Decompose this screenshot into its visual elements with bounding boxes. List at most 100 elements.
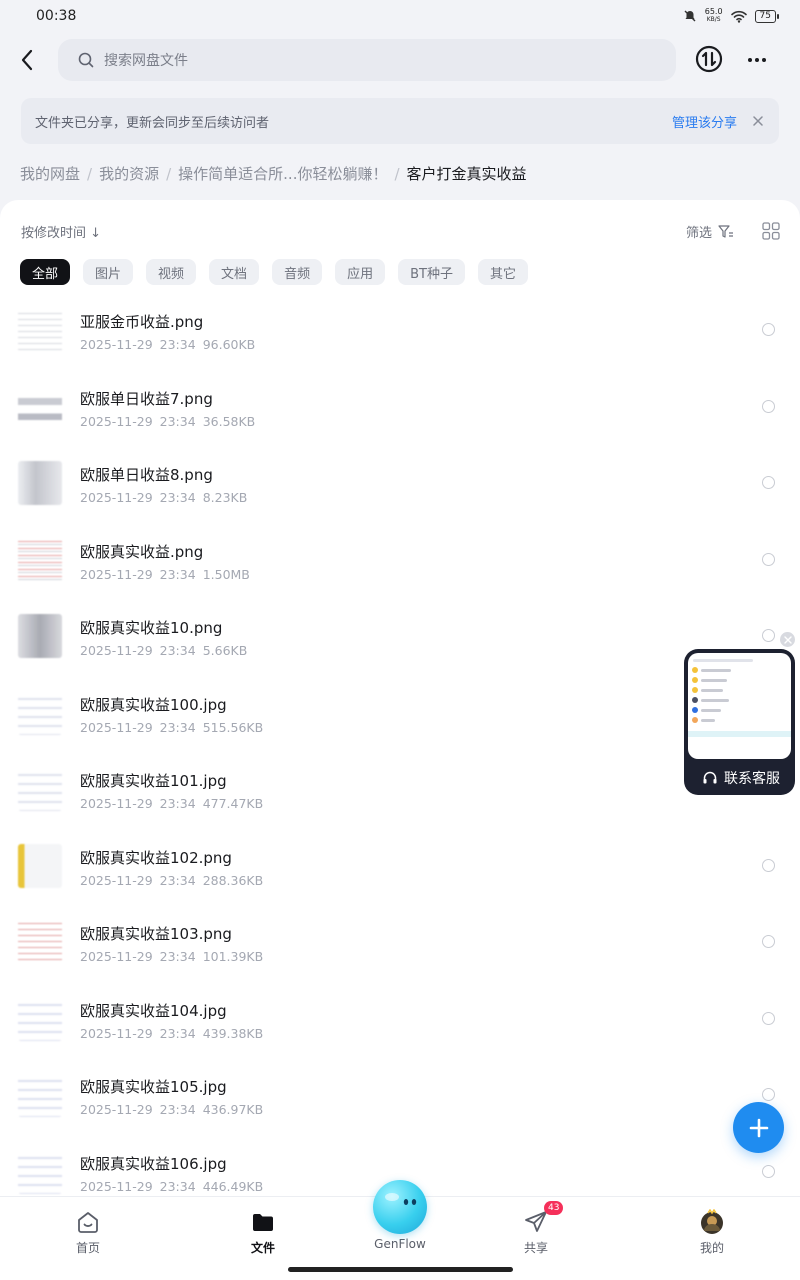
file-size: 477.47KB xyxy=(202,796,264,811)
file-meta: 2025-11-29 23:34 288.36KB xyxy=(80,873,263,888)
file-date: 2025-11-29 xyxy=(80,796,153,811)
select-checkbox[interactable] xyxy=(762,476,775,489)
file-row[interactable]: 欧服单日收益8.png 2025-11-29 23:34 8.23KB xyxy=(0,449,800,526)
file-thumbnail xyxy=(18,308,62,352)
file-time: 23:34 xyxy=(159,643,196,658)
file-time: 23:34 xyxy=(159,1178,196,1194)
close-icon[interactable] xyxy=(751,114,765,128)
file-thumbnail xyxy=(18,843,62,888)
nav-files-label: 文件 xyxy=(250,1241,275,1255)
chip-2[interactable]: 视频 xyxy=(146,259,197,285)
mute-bell-icon xyxy=(684,10,696,22)
file-row[interactable]: 欧服真实收益101.jpg 2025-11-29 23:34 477.47KB xyxy=(0,755,800,832)
chip-5[interactable]: 应用 xyxy=(335,259,386,285)
nav-genflow[interactable]: GenFlow xyxy=(360,1237,440,1251)
add-button[interactable] xyxy=(733,1102,784,1153)
select-checkbox[interactable] xyxy=(762,552,775,566)
share-badge: 43 xyxy=(544,1201,564,1215)
more-button[interactable] xyxy=(744,48,770,72)
file-meta: 2025-11-29 23:34 5.66KB xyxy=(80,643,247,658)
breadcrumb: 我的网盘 / 我的资源 / 操作简单适合所...你轻松躺赚！ / 客户打金真实收… xyxy=(20,163,527,184)
select-checkbox[interactable] xyxy=(762,935,775,948)
filter-icon xyxy=(718,224,733,238)
file-meta: 2025-11-29 23:34 477.47KB xyxy=(80,796,263,811)
nav-profile[interactable]: 我的 xyxy=(672,1209,752,1256)
select-checkbox[interactable] xyxy=(762,323,775,336)
select-checkbox[interactable] xyxy=(762,399,775,413)
customer-service-widget[interactable]: 联系客服 xyxy=(684,649,795,795)
file-thumbnail xyxy=(18,996,62,1041)
file-list: 亚服金币收益.png 2025-11-29 23:34 96.60KB 欧服单日收益7.… xyxy=(0,296,800,1200)
file-row[interactable]: 欧服真实收益103.png 2025-11-29 23:34 101.39KB xyxy=(0,908,800,985)
file-time: 23:34 xyxy=(159,1102,196,1117)
service-label: 联系客服 xyxy=(724,771,780,787)
back-button[interactable] xyxy=(12,44,42,76)
file-row[interactable]: 亚服金币收益.png 2025-11-29 23:34 96.60KB xyxy=(0,296,800,373)
file-date: 2025-11-29 xyxy=(80,719,153,735)
file-meta: 2025-11-29 23:34 36.58KB xyxy=(80,414,255,429)
file-row[interactable]: 欧服真实收益102.png 2025-11-29 23:34 288.36KB xyxy=(0,832,800,909)
file-thumbnail xyxy=(18,1149,62,1194)
file-size: 36.58KB xyxy=(202,413,256,429)
nav-share[interactable]: 共享 xyxy=(496,1209,576,1256)
headset-icon xyxy=(703,771,717,784)
select-checkbox[interactable] xyxy=(762,1011,775,1025)
genflow-icon[interactable] xyxy=(373,1180,427,1234)
status-time: 00:38 xyxy=(36,8,77,24)
file-size: 439.38KB xyxy=(202,1025,264,1041)
more-dot xyxy=(755,58,759,62)
file-time: 23:34 xyxy=(159,796,196,811)
select-checkbox[interactable] xyxy=(762,629,775,642)
nav-files[interactable]: 文件 xyxy=(223,1209,303,1256)
file-size: 96.60KB xyxy=(202,337,256,352)
avatar xyxy=(701,1209,723,1234)
search-input[interactable] xyxy=(104,52,624,68)
breadcrumb-item[interactable]: 操作简单适合所...你轻松躺赚！ xyxy=(178,163,387,184)
file-row[interactable]: 欧服真实收益10.png 2025-11-29 23:34 5.66KB xyxy=(0,602,800,679)
file-panel: 按修改时间 ↓ 筛选 全部 图片 视频 文档 音频 应用 BT种子 其它 亚服金币收益.png… xyxy=(0,200,800,1200)
chip-4[interactable]: 音频 xyxy=(272,259,323,285)
breadcrumb-item[interactable]: 我的资源 xyxy=(99,163,159,184)
file-date: 2025-11-29 xyxy=(80,337,153,352)
select-checkbox[interactable] xyxy=(762,1088,775,1101)
nav-home[interactable]: 首页 xyxy=(48,1209,128,1256)
service-close-button[interactable] xyxy=(780,632,795,647)
more-dot xyxy=(762,58,766,62)
nav-home-label: 首页 xyxy=(75,1241,100,1255)
file-name: 欧服真实收益101.jpg xyxy=(80,772,227,790)
file-size: 1.50MB xyxy=(202,566,250,582)
manage-share-link[interactable]: 管理该分享 xyxy=(672,112,737,131)
file-thumbnail xyxy=(18,690,62,735)
chip-3[interactable]: 文档 xyxy=(209,259,260,285)
breadcrumb-item[interactable]: 我的网盘 xyxy=(20,163,80,184)
file-date: 2025-11-29 xyxy=(80,490,153,505)
search-bar[interactable] xyxy=(58,39,676,81)
file-time: 23:34 xyxy=(159,566,196,582)
grid-view-icon[interactable] xyxy=(762,222,780,240)
genflow-face-icon xyxy=(385,1193,417,1205)
sort-button[interactable]: 按修改时间 ↓ xyxy=(21,222,101,241)
breadcrumb-separator: / xyxy=(87,164,93,183)
file-row[interactable]: 欧服真实收益104.jpg 2025-11-29 23:34 439.38KB xyxy=(0,985,800,1062)
file-row[interactable]: 欧服单日收益7.png 2025-11-29 23:34 36.58KB xyxy=(0,373,800,450)
file-name: 欧服真实收益103.png xyxy=(80,925,232,943)
chip-1[interactable]: 图片 xyxy=(83,259,134,285)
filter-button[interactable]: 筛选 xyxy=(686,222,734,241)
file-name: 欧服单日收益8.png xyxy=(80,466,213,484)
chip-0[interactable]: 全部 xyxy=(20,259,71,285)
chip-7[interactable]: 其它 xyxy=(477,259,528,285)
file-thumbnail xyxy=(18,920,62,964)
home-indicator[interactable] xyxy=(288,1267,513,1272)
select-checkbox[interactable] xyxy=(762,1164,775,1178)
file-time: 23:34 xyxy=(159,1025,196,1041)
file-name: 欧服真实收益102.png xyxy=(80,848,232,867)
transfer-button[interactable] xyxy=(695,45,723,73)
file-row[interactable]: 欧服真实收益100.jpg 2025-11-29 23:34 515.56KB xyxy=(0,679,800,756)
file-time: 23:34 xyxy=(159,949,196,964)
file-row[interactable]: 欧服真实收益.png 2025-11-29 23:34 1.50MB xyxy=(0,526,800,603)
file-row[interactable]: 欧服真实收益105.jpg 2025-11-29 23:34 436.97KB xyxy=(0,1061,800,1138)
file-meta: 2025-11-29 23:34 439.38KB xyxy=(80,1026,263,1041)
select-checkbox[interactable] xyxy=(762,858,775,872)
chip-6[interactable]: BT种子 xyxy=(398,259,465,285)
file-meta: 2025-11-29 23:34 515.56KB xyxy=(80,720,263,735)
